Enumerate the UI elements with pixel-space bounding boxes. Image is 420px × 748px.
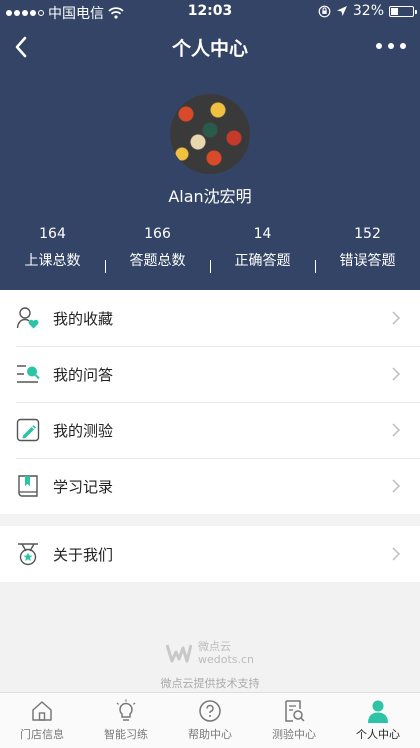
stat-value: 152 [354,226,381,242]
menu-label: 我的测验 [53,421,114,440]
chevron-right-icon [392,423,401,437]
brand-domain: wedots.cn [197,653,255,666]
store-home-icon [32,701,52,721]
more-button[interactable] [376,36,406,56]
menu-item-favorites[interactable]: 我的收藏 [0,290,420,346]
qa-list-icon [17,365,40,383]
person-icon [368,700,388,723]
tab-personal-center[interactable]: 个人中心 [336,693,420,748]
tab-store-info[interactable]: 门店信息 [0,693,84,748]
chevron-right-icon [392,311,401,325]
menu-label: 关于我们 [53,545,114,564]
page-title: 个人中心 [171,38,248,60]
chevron-right-icon [392,367,401,381]
stat-value: 14 [253,226,272,242]
quiz-pen-icon [16,418,40,442]
avatar[interactable] [170,94,250,174]
stat-label: 答题总数 [129,253,186,269]
brand-logo: 微点云 wedots.cn [165,640,254,666]
study-book-icon [18,475,38,497]
location-icon [336,6,347,16]
favorite-user-icon [16,307,39,329]
profile-header: 中国电信 12:03 32% 个人中心 Alan沈宏明 164 上课总数 166… [0,0,420,290]
nav-bar: 个人中心 [0,24,420,70]
stat-value: 164 [39,226,66,242]
stats-row: 164 上课总数 166 答题总数 14 正确答题 152 错误答题 [0,226,420,276]
menu-item-qa[interactable]: 我的问答 [0,346,420,402]
help-icon [199,700,221,722]
menu-label: 我的收藏 [53,309,114,328]
chevron-right-icon [392,479,401,493]
bulb-icon [116,699,136,721]
menu-label: 学习记录 [53,477,114,496]
stat-correct[interactable]: 14 正确答题 [210,226,315,276]
tab-label: 个人中心 [356,728,400,741]
quiz-search-icon [285,700,305,722]
stat-lessons[interactable]: 164 上课总数 [0,226,105,276]
menu-list-secondary: 关于我们 [0,526,420,582]
orientation-lock-icon [318,5,331,17]
stat-answers[interactable]: 166 答题总数 [105,226,210,276]
menu-item-study-record[interactable]: 学习记录 [0,458,420,514]
tab-label: 门店信息 [20,728,64,741]
battery-icon [389,5,417,17]
stat-label: 上课总数 [24,253,81,269]
menu-list: 我的收藏 我的问答 我的测验 学习记录 [0,290,420,514]
username: Alan沈宏明 [168,187,252,206]
tab-label: 帮助中心 [188,728,232,741]
battery-percent: 32% [352,3,384,19]
tab-label: 智能习练 [104,728,148,741]
menu-label: 我的问答 [53,365,114,384]
stat-label: 正确答题 [234,253,291,269]
stat-label: 错误答题 [339,253,396,269]
tab-label: 测验中心 [272,728,316,741]
stat-value: 166 [144,226,171,242]
stat-wrong[interactable]: 152 错误答题 [315,226,420,276]
wedots-logo-icon [165,644,192,663]
tab-quiz-center[interactable]: 测验中心 [252,693,336,748]
battery-fill [391,7,398,15]
brand-caption: 微点云提供技术支持 [160,677,260,690]
tab-help-center[interactable]: 帮助中心 [168,693,252,748]
status-bar: 中国电信 12:03 32% [0,0,420,24]
about-badge-icon [18,543,38,566]
brand-footer: 微点云 wedots.cn 微点云提供技术支持 [0,640,420,691]
more-dots-icon [376,43,382,49]
brand-name: 微点云 [197,640,231,653]
tab-smart-practice[interactable]: 智能习练 [84,693,168,748]
menu-item-quiz[interactable]: 我的测验 [0,402,420,458]
status-right: 32% [318,3,417,19]
chevron-right-icon [392,547,401,561]
brand-text: 微点云 wedots.cn [198,640,254,666]
menu-item-about[interactable]: 关于我们 [0,526,420,582]
tab-bar: 门店信息 智能习练 帮助中心 测验中心 个人中心 [0,692,420,748]
